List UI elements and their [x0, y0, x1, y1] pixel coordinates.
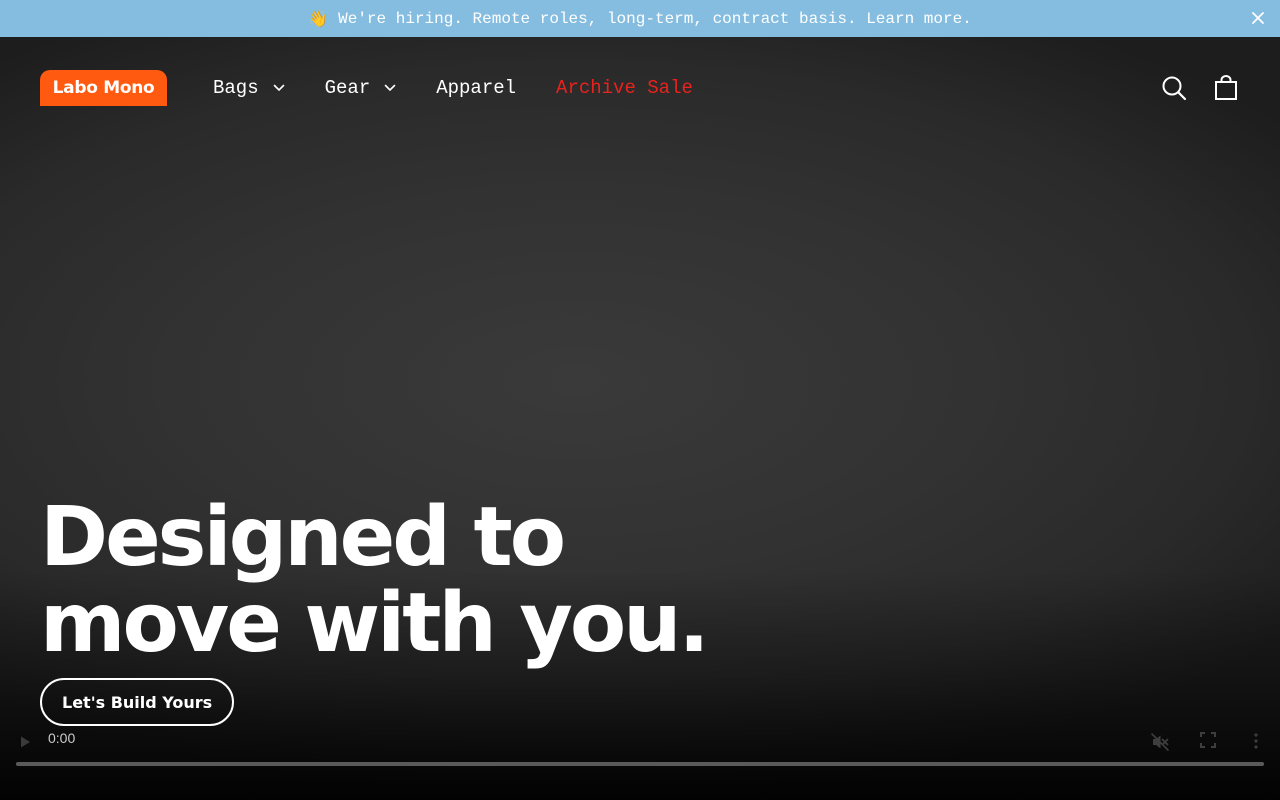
nav-item-archive-sale[interactable]: Archive Sale: [556, 77, 693, 99]
nav-item-label: Apparel: [436, 77, 517, 99]
nav-item-bags[interactable]: Bags: [213, 77, 285, 99]
site-header: Labo Mono Bags Gear Apparel Archive Sale: [40, 70, 1240, 106]
headline-line-1: Designed to: [40, 490, 566, 585]
play-icon[interactable]: [18, 735, 32, 749]
announcement-bar[interactable]: 👋 We're hiring. Remote roles, long-term,…: [0, 0, 1280, 37]
shopping-bag-icon[interactable]: [1212, 74, 1240, 102]
chevron-down-icon: [384, 84, 396, 91]
close-icon[interactable]: [1250, 10, 1266, 26]
main-nav: Bags Gear Apparel Archive Sale: [213, 77, 733, 99]
nav-item-gear[interactable]: Gear: [325, 77, 397, 99]
nav-item-label: Gear: [324, 77, 371, 99]
build-yours-label: Let's Build Yours: [62, 692, 213, 712]
video-time: 0:00: [48, 730, 76, 746]
fullscreen-icon[interactable]: [1200, 732, 1216, 748]
logo-text: Labo Mono: [52, 78, 155, 98]
header-icons: [1160, 74, 1240, 102]
more-options-icon[interactable]: [1250, 732, 1262, 750]
announcement-text[interactable]: We're hiring. Remote roles, long-term, c…: [338, 10, 972, 28]
waving-hand-emoji: 👋: [308, 10, 329, 29]
logo[interactable]: Labo Mono: [40, 70, 167, 106]
muted-icon[interactable]: [1150, 732, 1170, 752]
hero-headline: Designed to move with you.: [40, 490, 710, 671]
nav-item-apparel[interactable]: Apparel: [436, 77, 516, 99]
build-yours-button[interactable]: Let's Build Yours: [40, 678, 235, 726]
chevron-down-icon: [273, 84, 284, 91]
search-icon[interactable]: [1160, 74, 1188, 102]
hero-video[interactable]: Labo Mono Bags Gear Apparel Archive Sale: [0, 37, 1280, 800]
nav-item-label: Bags: [213, 77, 259, 99]
video-controls: 0:00: [0, 722, 1280, 800]
headline-line-2: move with you.: [40, 576, 710, 671]
video-progress-bar[interactable]: [16, 762, 1264, 766]
nav-item-label: Archive Sale: [556, 77, 693, 99]
